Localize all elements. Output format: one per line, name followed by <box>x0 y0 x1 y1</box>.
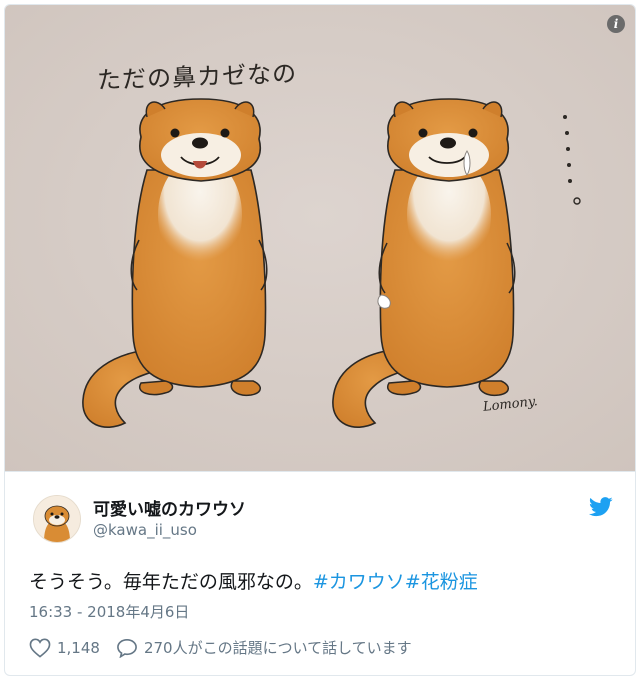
hashtag-link[interactable]: #花粉症 <box>405 571 478 593</box>
tweet-media-image[interactable]: ただの鼻カゼなの Lomony. i <box>5 5 635 472</box>
like-button[interactable]: 1,148 <box>29 638 100 658</box>
tweet-actions: 1,148 270人がこの話題について話しています <box>29 637 412 658</box>
tweet-text: そうそう。毎年ただの風邪なの。 <box>29 571 313 593</box>
reply-count-text: 270人がこの話題について話しています <box>143 639 412 657</box>
artwork-caption: ただの鼻カゼなの <box>96 59 298 95</box>
embedded-tweet: ただの鼻カゼなの Lomony. i 可愛い嘘のカワウソ @kawa_ii_us… <box>4 4 636 676</box>
heart-icon <box>29 638 51 658</box>
hashtag-link[interactable]: #カワウソ <box>313 571 405 593</box>
info-icon[interactable]: i <box>607 15 625 33</box>
user-handle[interactable]: @kawa_ii_uso <box>93 521 197 539</box>
twitter-bird-icon[interactable] <box>588 497 613 517</box>
tweet-body: そうそう。毎年ただの風邪なの。#カワウソ#花粉症 <box>29 567 478 594</box>
user-display-name[interactable]: 可愛い嘘のカワウソ <box>93 495 246 520</box>
otter-avatar-icon[interactable] <box>33 495 81 543</box>
reply-button[interactable]: 270人がこの話題について話しています <box>116 637 412 658</box>
tweet-timestamp[interactable]: 16:33 - 2018年4月6日 <box>29 601 189 622</box>
speech-bubble-icon <box>117 638 137 658</box>
like-count: 1,148 <box>57 638 100 657</box>
